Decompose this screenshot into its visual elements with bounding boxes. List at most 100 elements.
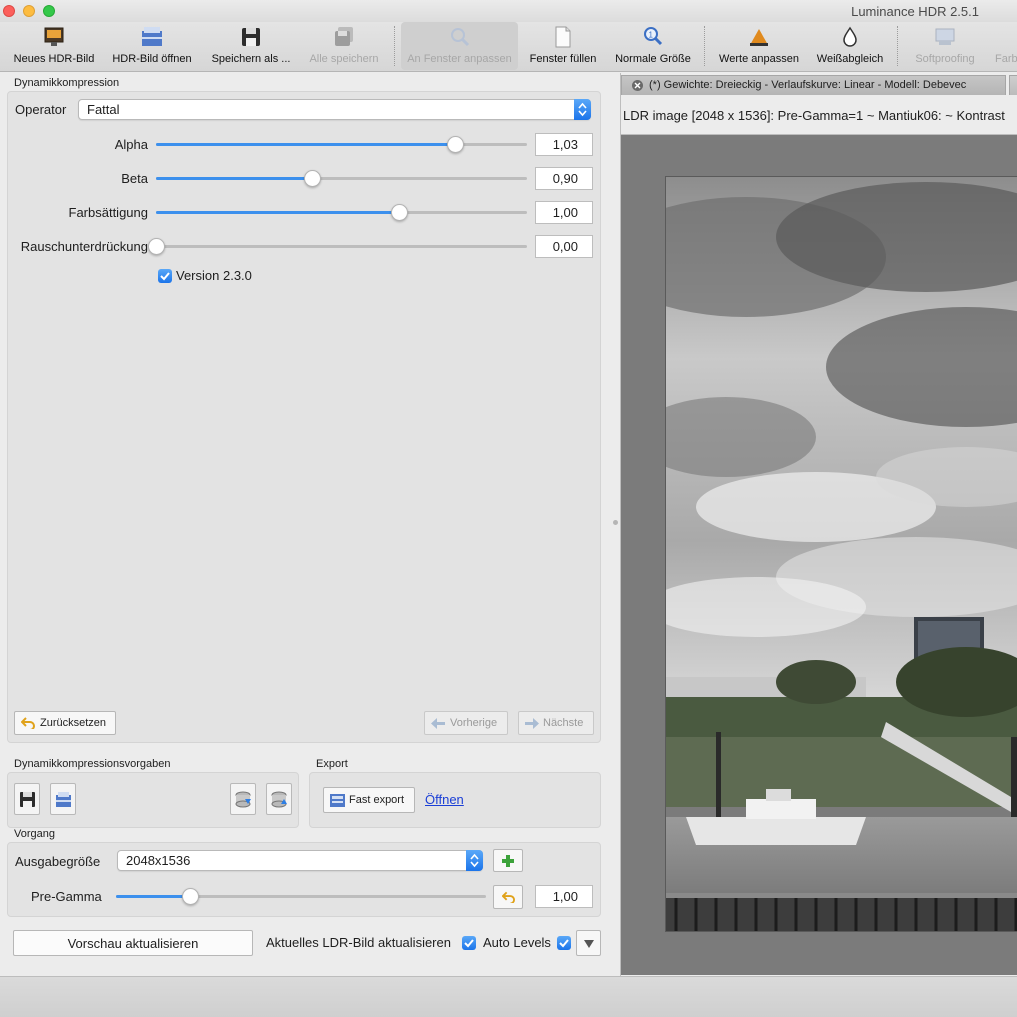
toolbar-separator [897,26,898,66]
image-tab[interactable]: (*) Gewichte: Dreieckig - Verlaufskurve:… [621,75,1006,95]
import-preset-button[interactable] [230,783,256,815]
slider-thumb[interactable] [447,136,465,153]
arrow-left-icon [431,718,445,729]
slider-thumb[interactable] [390,204,408,221]
save-all-icon [335,27,353,46]
output-size-value: 2048x1536 [126,853,191,868]
alpha-slider[interactable] [156,135,527,155]
database-import-icon [235,791,251,808]
load-preset-button[interactable] [50,783,76,815]
saturation-label: Farbsättigung [68,205,149,220]
saturation-slider[interactable] [156,203,527,223]
gamut-check-button[interactable]: Farb [990,22,1017,70]
white-balance-button[interactable]: Weißabgleich [810,22,890,70]
tab-label: (*) Gewichte: Dreieckig - Verlaufskurve:… [649,79,967,91]
reset-pregamma-button[interactable] [493,885,523,909]
tonemapping-group-title: Dynamikkompression [14,77,120,89]
open-hdr-button[interactable]: HDR-Bild öffnen [108,22,196,70]
image-info-text: LDR image [2048 x 1536]: Pre-Gamma=1 ~ M… [623,108,1005,123]
alpha-input[interactable]: 1,03 [535,133,593,156]
noise-reduction-slider[interactable] [148,237,527,257]
softproofing-icon [935,28,955,45]
image-info-bar: LDR image [2048 x 1536]: Pre-Gamma=1 ~ M… [621,97,1017,135]
more-options-button[interactable] [576,930,601,956]
beta-label: Beta [121,171,148,186]
alpha-label: Alpha [114,137,148,152]
title-bar: Luminance HDR 2.5.1 [0,0,1017,22]
output-size-label: Ausgabegröße [15,854,101,869]
undo-icon [502,891,515,903]
zoom-window-button[interactable] [43,5,55,17]
save-as-icon [242,28,260,46]
white-balance-icon [843,26,857,47]
slider-thumb[interactable] [304,170,322,187]
close-tab-button[interactable] [632,80,643,91]
second-tab[interactable] [1009,75,1017,95]
operator-select[interactable]: Fattal [78,99,591,120]
chevron-updown-icon [466,850,483,871]
version-checkbox[interactable] [158,269,172,283]
database-export-icon [271,791,287,808]
fit-window-button[interactable]: An Fenster anpassen [401,22,518,70]
window-title: Luminance HDR 2.5.1 [851,4,979,19]
open-icon [56,792,71,807]
new-hdr-icon [44,27,64,46]
plus-icon [502,855,514,867]
fill-window-button[interactable]: Fenster füllen [524,22,602,70]
save-as-button[interactable]: Speichern als ... [206,22,296,70]
fill-window-icon [555,26,571,48]
toolbar-separator [704,26,705,66]
beta-input[interactable]: 0,90 [535,167,593,190]
pregamma-label: Pre-Gamma [31,889,102,904]
image-area: (*) Gewichte: Dreieckig - Verlaufskurve:… [620,73,1017,976]
normal-size-icon: 1 [644,27,663,46]
undo-icon [21,717,35,729]
update-ldr-checkbox[interactable] [462,936,476,950]
status-bar [0,976,1017,1017]
fit-window-icon [450,28,469,47]
export-icon [330,794,345,807]
levels-button[interactable]: Werte anpassen [713,22,805,70]
open-export-link[interactable]: Öffnen [425,792,464,807]
operator-label: Operator [15,102,67,117]
minimize-window-button[interactable] [23,5,35,17]
operator-value: Fattal [87,102,120,117]
pregamma-input[interactable]: 1,00 [535,885,593,908]
update-preview-button[interactable]: Vorschau aktualisieren [13,930,253,956]
fast-export-button[interactable]: Fast export [323,787,415,813]
tonemapped-image [665,176,1017,932]
saturation-input[interactable]: 1,00 [535,201,593,224]
arrow-right-icon [525,718,539,729]
reset-button[interactable]: Zurücksetzen [14,711,116,735]
normal-size-button[interactable]: 1 Normale Größe [608,22,698,70]
image-viewer[interactable] [621,135,1017,975]
close-window-button[interactable] [3,5,15,17]
left-panel: Dynamikkompression Operator Fattal Alpha… [0,73,612,976]
beta-slider[interactable] [156,169,527,189]
save-all-button[interactable]: Alle speichern [302,22,386,70]
version-label: Version 2.3.0 [176,268,252,283]
slider-thumb[interactable] [148,238,165,255]
chevron-updown-icon [574,99,591,120]
triangle-down-icon [584,940,594,948]
checkmark-icon [160,272,170,281]
new-hdr-button[interactable]: Neues HDR-Bild [10,22,98,70]
auto-levels-checkbox[interactable] [557,936,571,950]
save-preset-button[interactable] [14,783,40,815]
levels-icon [750,29,768,46]
next-button[interactable]: Nächste [518,711,594,735]
svg-text:1: 1 [649,31,654,40]
save-icon [20,792,35,807]
output-size-select[interactable]: 2048x1536 [117,850,483,871]
previous-button[interactable]: Vorherige [424,711,508,735]
softproofing-button[interactable]: Softproofing [905,22,985,70]
open-hdr-icon [142,27,162,46]
splitter-handle[interactable] [613,520,618,525]
close-icon [634,82,641,89]
pregamma-slider[interactable] [116,887,486,907]
export-preset-button[interactable] [266,783,292,815]
noise-reduction-input[interactable]: 0,00 [535,235,593,258]
checkmark-icon [464,939,474,948]
slider-thumb[interactable] [182,888,199,905]
add-size-button[interactable] [493,849,523,872]
